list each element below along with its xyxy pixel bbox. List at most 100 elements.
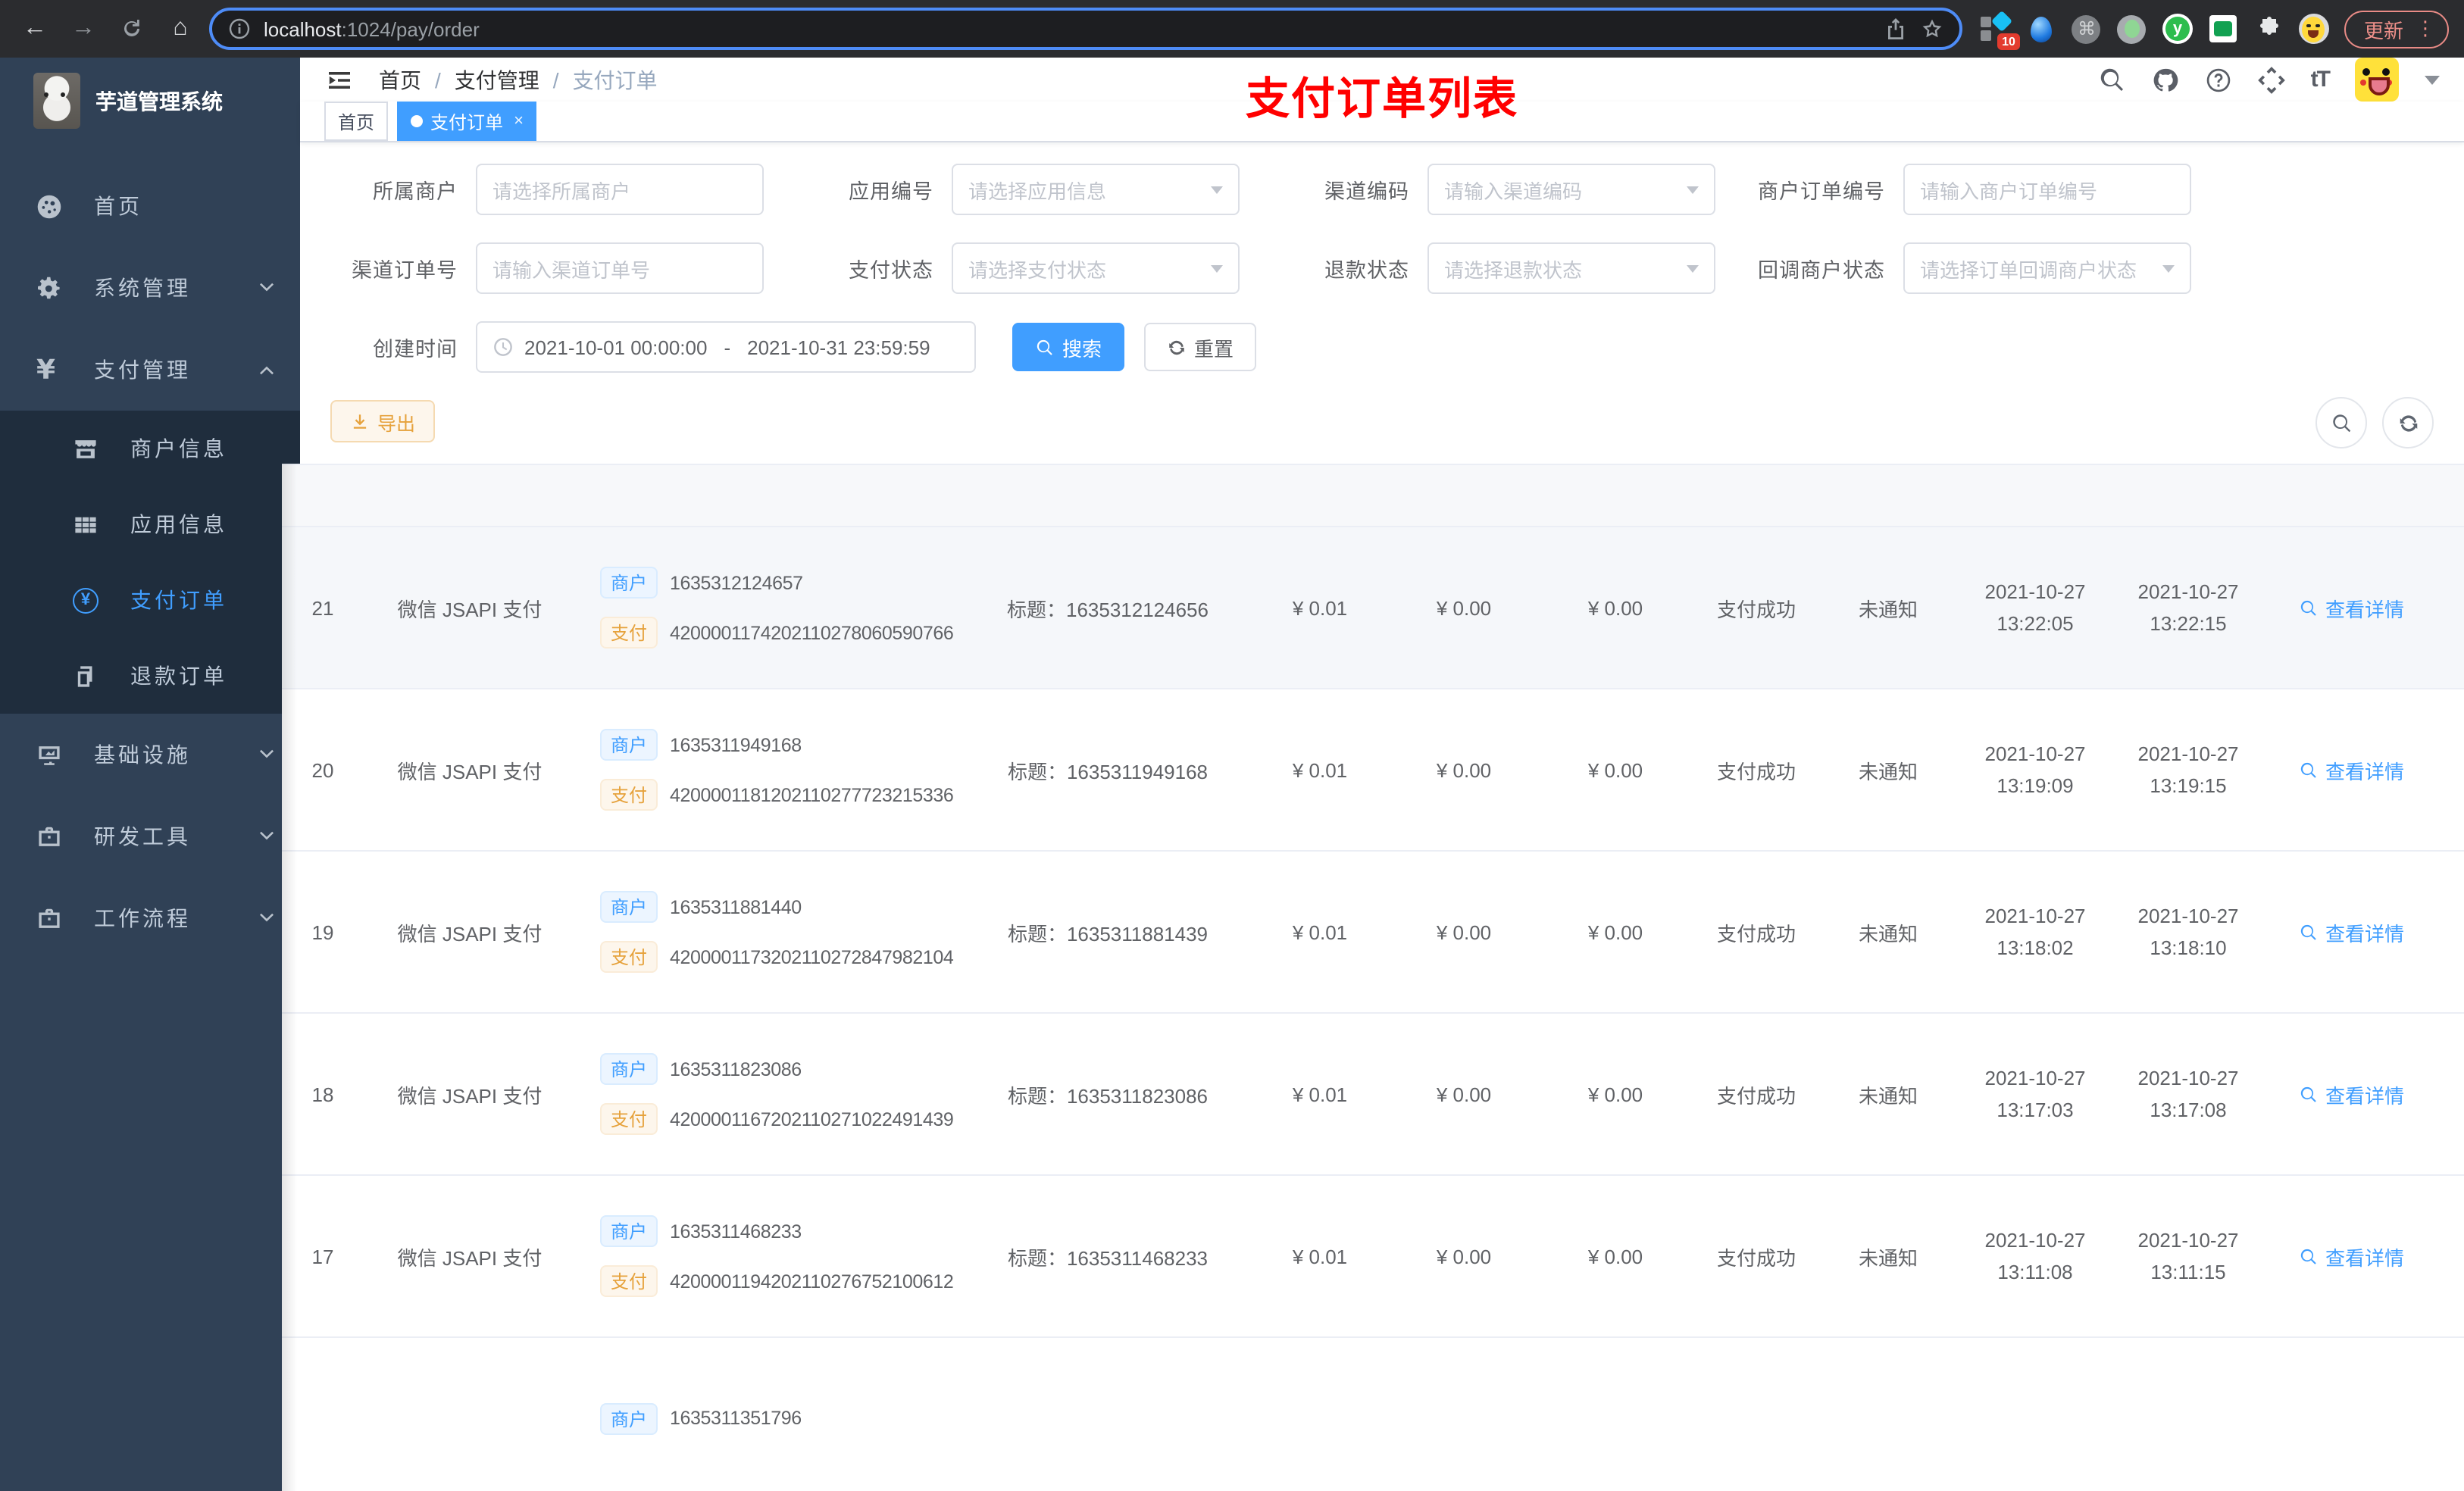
refresh-table-button[interactable] — [2382, 397, 2434, 449]
download-icon — [350, 411, 370, 431]
site-info-icon[interactable] — [227, 17, 252, 41]
view-detail-link[interactable]: 查看详情 — [2300, 917, 2404, 946]
extension-icon-3[interactable]: ⌘ — [2072, 14, 2102, 44]
select-arrow-icon — [1211, 264, 1223, 272]
sidebar-item[interactable]: 商户信息 — [0, 411, 300, 486]
view-detail-link[interactable]: 查看详情 — [2300, 593, 2404, 622]
table-row[interactable]: 18 微信 JSAPI 支付 商户 1635311823086 支付 42000… — [282, 1014, 2464, 1176]
filter-control[interactable]: 请输入渠道编码 — [1427, 164, 1715, 215]
filter-label: 回调商户状态 — [1758, 259, 1885, 282]
filter-placeholder: 请输入渠道订单号 — [492, 258, 651, 281]
filter-field: 回调商户状态 请选择订单回调商户状态 — [1758, 242, 2191, 294]
cell-pay-status: 支付成功 — [1716, 598, 1796, 620]
extension-icon-1[interactable]: 10 — [1980, 10, 2020, 50]
browser-forward-button[interactable]: → — [64, 9, 103, 48]
sidebar-item[interactable]: ¥ 支付管理 — [0, 329, 300, 411]
view-tab[interactable]: 支付订单 × — [397, 102, 537, 141]
close-tab-icon[interactable]: × — [514, 112, 524, 130]
browser-reload-button[interactable] — [112, 9, 152, 48]
view-tab[interactable]: 首页 — [324, 102, 389, 141]
filter-control[interactable]: 请选择退款状态 — [1427, 242, 1715, 294]
help-icon[interactable] — [2205, 66, 2232, 93]
filter-placeholder: 请输入商户订单编号 — [1920, 180, 2098, 202]
filter-field: 商户订单编号 请输入商户订单编号 — [1758, 164, 2191, 215]
view-detail-link[interactable]: 查看详情 — [2300, 1242, 2404, 1271]
sidebar-item[interactable]: 研发工具 — [0, 796, 300, 877]
logo[interactable]: 芋道管理系统 — [0, 58, 300, 144]
browser-update-button[interactable]: 更新 ⋮ — [2344, 10, 2449, 48]
view-detail-link[interactable]: 查看详情 — [2300, 755, 2404, 784]
merchant-tag: 商户 — [600, 729, 658, 761]
merchant-tag: 商户 — [600, 567, 658, 599]
share-icon[interactable] — [1884, 17, 1908, 41]
bookmark-star-icon[interactable] — [1920, 17, 1944, 41]
fullscreen-icon[interactable] — [2258, 66, 2285, 93]
cell-refund-amount: ¥ 0.00 — [1587, 921, 1643, 943]
sidebar-item[interactable]: 首页 — [0, 165, 300, 247]
view-detail-link[interactable]: 查看详情 — [2300, 1080, 2404, 1108]
extension-badge: 10 — [1997, 33, 2020, 50]
sidebar-item-label: 退款订单 — [130, 664, 227, 688]
select-arrow-icon — [2162, 264, 2175, 272]
cell-pay-order: 商户 1635311949168 支付 42000011812021102777… — [576, 729, 964, 811]
extension-icon-5[interactable]: y — [2162, 14, 2193, 44]
filter-control[interactable]: 请选择订单回调商户状态 — [1903, 242, 2191, 294]
sidebar-item[interactable]: 应用信息 — [0, 486, 300, 562]
cell-order-id: 20 — [311, 758, 334, 781]
table-row[interactable]: 19 微信 JSAPI 支付 商户 1635311881440 支付 42000… — [282, 852, 2464, 1014]
sidebar-item[interactable]: ¥ 支付订单 — [0, 562, 300, 638]
browser-home-button[interactable]: ⌂ — [161, 9, 200, 48]
cell-order-id: 21 — [311, 596, 334, 619]
reset-button[interactable]: 重置 — [1144, 323, 1257, 371]
filter-control[interactable]: 请选择应用信息 — [952, 164, 1240, 215]
sidebar-item[interactable]: 退款订单 — [0, 638, 300, 714]
table-header-row — [282, 464, 2464, 527]
extension-icon-6[interactable] — [2208, 14, 2238, 44]
export-button[interactable]: 导出 — [330, 400, 436, 442]
filter-control[interactable]: 请选择支付状态 — [952, 242, 1240, 294]
table-row[interactable]: 商户 1635311351796 — [282, 1338, 2464, 1491]
sidebar-item[interactable]: 基础设施 — [0, 714, 300, 796]
pay-order-no: 4200001167202110271022491439 — [670, 1108, 954, 1130]
sidebar-item[interactable]: 系统管理 — [0, 247, 300, 329]
table-row[interactable]: 17 微信 JSAPI 支付 商户 1635311468233 支付 42000… — [282, 1176, 2464, 1338]
active-dot-icon — [411, 115, 424, 127]
sidebar-item[interactable]: 工作流程 — [0, 877, 300, 959]
puzzle-icon — [2256, 14, 2281, 44]
pay-tag: 支付 — [600, 1265, 658, 1297]
table-row[interactable]: 20 微信 JSAPI 支付 商户 1635311949168 支付 42000… — [282, 689, 2464, 852]
date-range-picker[interactable]: 2021-10-01 00:00:00 - 2021-10-31 23:59:5… — [476, 321, 976, 373]
user-avatar[interactable] — [2355, 58, 2399, 102]
breadcrumb-home[interactable]: 首页 — [379, 64, 421, 95]
cell-paid-time: 2021-10-27 13:17:08 — [2137, 1067, 2239, 1121]
url-path: :1024/pay/order — [341, 17, 480, 40]
search-button[interactable]: 搜索 — [1012, 323, 1125, 371]
filter-control[interactable]: 请输入商户订单编号 — [1903, 164, 2191, 215]
table-row[interactable]: 21 微信 JSAPI 支付 商户 1635312124657 支付 42000… — [282, 527, 2464, 689]
magnifier-icon — [2300, 760, 2319, 780]
browser-menu-kebab-icon[interactable]: ⋮ — [2416, 17, 2435, 41]
cell-paid-time — [2115, 1414, 2261, 1423]
logo-title: 芋道管理系统 — [95, 89, 223, 113]
url-bar[interactable]: localhost :1024/pay/order — [209, 8, 1962, 50]
extensions-puzzle-button[interactable] — [2253, 14, 2284, 44]
merchant-order-no: 1635311823086 — [670, 1058, 802, 1080]
extension-icon-2[interactable] — [2026, 14, 2056, 44]
sidebar-toggle-button[interactable] — [324, 64, 355, 95]
table-body: 21 微信 JSAPI 支付 商户 1635312124657 支付 42000… — [282, 527, 2464, 1491]
font-size-icon[interactable]: tT — [2311, 67, 2331, 92]
cell-fee-amount: ¥ 0.00 — [1436, 1083, 1492, 1105]
browser-profile-avatar[interactable] — [2298, 14, 2329, 44]
github-icon[interactable] — [2152, 66, 2179, 93]
filter-control[interactable]: 请选择所属商户 — [476, 164, 764, 215]
avatar-dropdown-caret-icon[interactable] — [2425, 75, 2440, 84]
breadcrumb-pay-mgmt[interactable]: 支付管理 — [455, 64, 539, 95]
filter-control[interactable]: 请输入渠道订单号 — [476, 242, 764, 294]
extension-icon-4[interactable] — [2117, 14, 2147, 44]
browser-back-button[interactable]: ← — [15, 9, 55, 48]
cell-order-id: 19 — [311, 921, 334, 943]
toggle-search-button[interactable] — [2315, 397, 2367, 449]
cell-created-time: 2021-10-27 13:18:02 — [1984, 905, 2086, 959]
search-icon[interactable] — [2099, 66, 2126, 93]
reload-icon — [120, 17, 144, 41]
